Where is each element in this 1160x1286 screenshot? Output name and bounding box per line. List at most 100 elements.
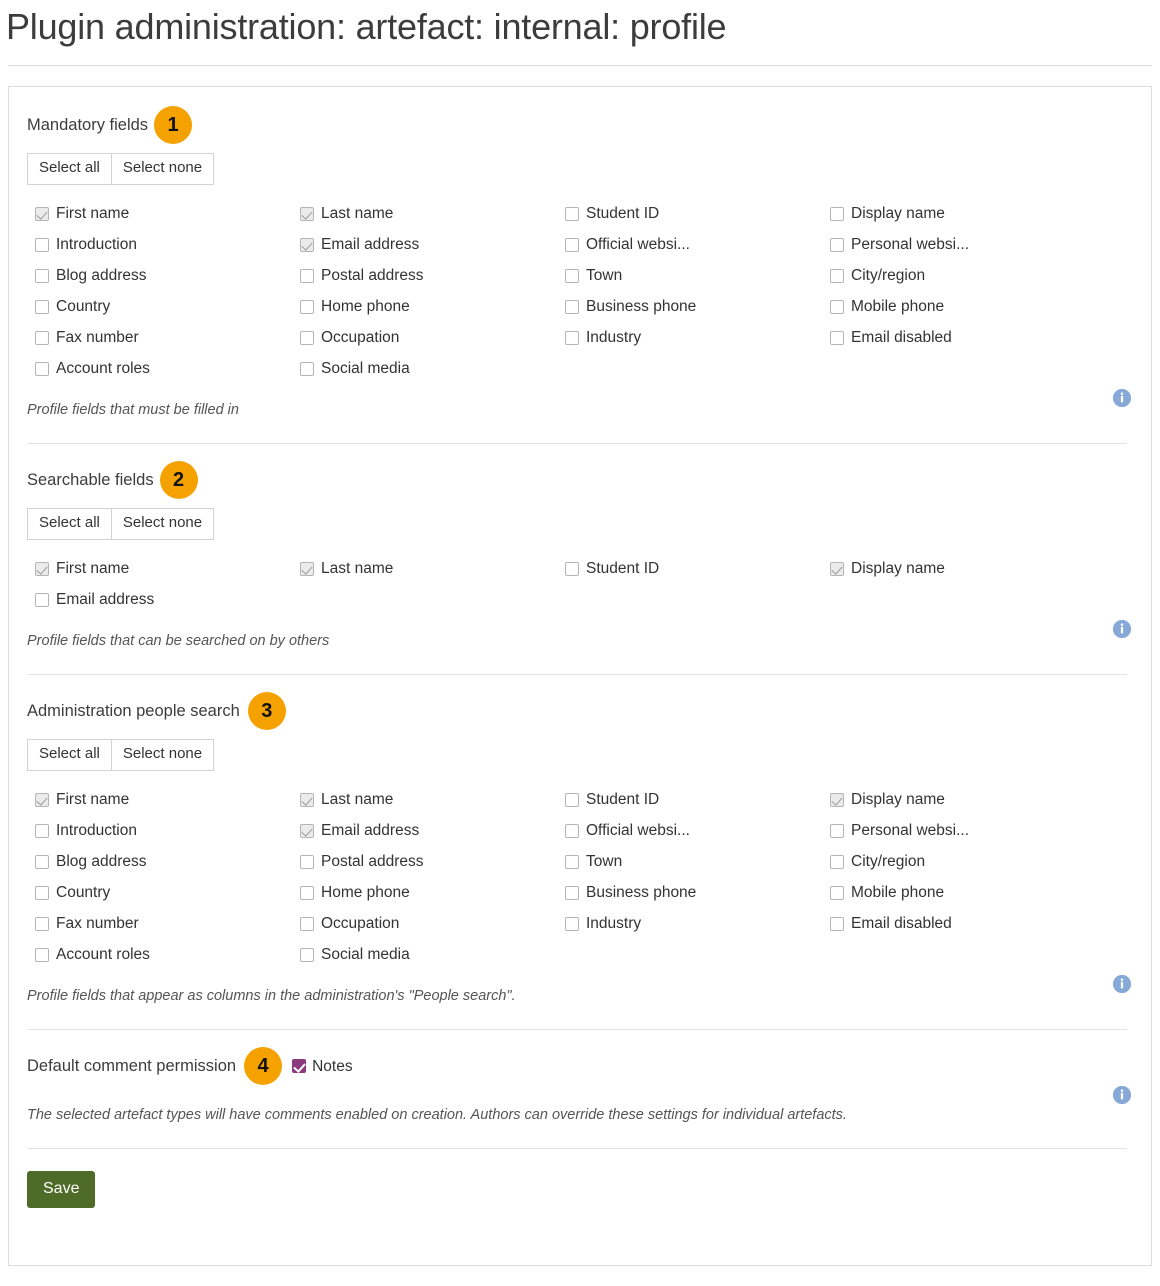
checkbox-label: First name xyxy=(56,205,129,222)
checkbox-item[interactable]: Industry xyxy=(565,915,830,932)
select-none-button[interactable]: Select none xyxy=(112,153,214,185)
footer-divider xyxy=(27,1148,1127,1149)
info-icon[interactable] xyxy=(1113,1086,1131,1104)
checkbox-item[interactable]: Town xyxy=(565,853,830,870)
checkbox-item[interactable]: Fax number xyxy=(35,915,300,932)
checkbox-item[interactable]: Account roles xyxy=(35,946,300,963)
checkbox-item[interactable]: Personal websi... xyxy=(830,822,1095,839)
checkbox-box[interactable] xyxy=(830,300,844,314)
checkbox-box[interactable] xyxy=(35,593,49,607)
checkbox-item[interactable]: Town xyxy=(565,267,830,284)
checkbox-box[interactable] xyxy=(300,269,314,283)
checkbox-item[interactable]: Mobile phone xyxy=(830,884,1095,901)
checkbox-box[interactable] xyxy=(300,331,314,345)
select-all-button[interactable]: Select all xyxy=(27,739,112,771)
checkbox-box[interactable] xyxy=(35,300,49,314)
checkbox-box[interactable] xyxy=(830,824,844,838)
checkbox-box[interactable] xyxy=(300,300,314,314)
checkbox-box[interactable] xyxy=(830,331,844,345)
checkbox-box[interactable] xyxy=(35,824,49,838)
checkbox-box[interactable] xyxy=(300,855,314,869)
checkbox-box[interactable] xyxy=(565,917,579,931)
checkbox-box[interactable] xyxy=(565,269,579,283)
checkbox-item[interactable]: Account roles xyxy=(35,360,300,377)
select-all-button[interactable]: Select all xyxy=(27,508,112,540)
checkbox-item[interactable]: Personal websi... xyxy=(830,236,1095,253)
checkbox-box[interactable] xyxy=(300,362,314,376)
checkbox-box[interactable] xyxy=(300,917,314,931)
checkbox-box[interactable] xyxy=(565,238,579,252)
checkbox-box[interactable] xyxy=(830,238,844,252)
checkbox-box[interactable] xyxy=(565,562,579,576)
checkbox-box[interactable] xyxy=(565,855,579,869)
checkbox-item[interactable]: Business phone xyxy=(565,298,830,315)
checkbox-box[interactable] xyxy=(565,207,579,221)
checkbox-box[interactable] xyxy=(830,269,844,283)
checkbox-item[interactable]: Fax number xyxy=(35,329,300,346)
select-all-button[interactable]: Select all xyxy=(27,153,112,185)
checkbox-item[interactable]: Email disabled xyxy=(830,329,1095,346)
info-icon[interactable] xyxy=(1113,975,1131,993)
checkbox-item[interactable]: Country xyxy=(35,884,300,901)
checkbox-box[interactable] xyxy=(35,238,49,252)
checkbox-label: Student ID xyxy=(586,560,659,577)
checkbox-box[interactable] xyxy=(830,886,844,900)
checkbox-item[interactable]: Student ID xyxy=(565,791,830,808)
select-none-button[interactable]: Select none xyxy=(112,739,214,771)
checkbox-item[interactable]: Postal address xyxy=(300,853,565,870)
checkbox-box[interactable] xyxy=(830,855,844,869)
checkbox-box[interactable] xyxy=(35,948,49,962)
checkbox-item[interactable]: Social media xyxy=(300,360,565,377)
checkbox-item[interactable]: Mobile phone xyxy=(830,298,1095,315)
checkbox-item[interactable]: Student ID xyxy=(565,205,830,222)
checkbox-item[interactable]: Student ID xyxy=(565,560,830,577)
checkbox-box[interactable] xyxy=(565,886,579,900)
save-button[interactable]: Save xyxy=(27,1171,95,1208)
checkbox-item[interactable]: Email disabled xyxy=(830,915,1095,932)
checkbox-item[interactable]: Country xyxy=(35,298,300,315)
checkbox-item[interactable]: Blog address xyxy=(35,853,300,870)
info-icon[interactable] xyxy=(1113,389,1131,407)
checkbox-box[interactable] xyxy=(300,886,314,900)
checkbox-box[interactable] xyxy=(292,1059,306,1073)
checkbox-label: Display name xyxy=(851,205,945,222)
info-icon[interactable] xyxy=(1113,620,1131,638)
checkbox-box[interactable] xyxy=(35,855,49,869)
checkbox-item[interactable]: Home phone xyxy=(300,298,565,315)
checkbox-item[interactable]: City/region xyxy=(830,853,1095,870)
checkbox-item[interactable]: Email address xyxy=(35,591,300,608)
checkbox-notes[interactable]: Notes xyxy=(292,1059,353,1075)
checkbox-item[interactable]: Introduction xyxy=(35,236,300,253)
checkbox-box[interactable] xyxy=(35,269,49,283)
checkbox-item[interactable]: Business phone xyxy=(565,884,830,901)
checkbox-box[interactable] xyxy=(830,917,844,931)
checkbox-item[interactable]: Display name xyxy=(830,205,1095,222)
select-none-button[interactable]: Select none xyxy=(112,508,214,540)
help-row: Profile fields that appear as columns in… xyxy=(27,981,1127,1007)
checkbox-item[interactable]: Official websi... xyxy=(565,236,830,253)
checkbox-box[interactable] xyxy=(565,824,579,838)
checkbox-label: Blog address xyxy=(56,853,146,870)
checkbox-item[interactable]: City/region xyxy=(830,267,1095,284)
checkbox-box[interactable] xyxy=(565,331,579,345)
checkbox-box[interactable] xyxy=(565,793,579,807)
checkbox-item[interactable]: Social media xyxy=(300,946,565,963)
checkbox-item[interactable]: Occupation xyxy=(300,329,565,346)
checkbox-item[interactable]: Industry xyxy=(565,329,830,346)
checkbox-item[interactable]: Official websi... xyxy=(565,822,830,839)
settings-card: Mandatory fields 1 Select all Select non… xyxy=(8,86,1152,1266)
checkbox-item[interactable]: Introduction xyxy=(35,822,300,839)
checkbox-label: Introduction xyxy=(56,236,137,253)
checkbox-box[interactable] xyxy=(300,948,314,962)
checkbox-item[interactable]: Postal address xyxy=(300,267,565,284)
checkbox-item[interactable]: Occupation xyxy=(300,915,565,932)
checkbox-box[interactable] xyxy=(830,207,844,221)
checkbox-box[interactable] xyxy=(35,886,49,900)
checkbox-box[interactable] xyxy=(35,362,49,376)
checkbox-box[interactable] xyxy=(35,917,49,931)
checkbox-box xyxy=(35,793,49,807)
checkbox-box[interactable] xyxy=(35,331,49,345)
checkbox-item[interactable]: Home phone xyxy=(300,884,565,901)
checkbox-item[interactable]: Blog address xyxy=(35,267,300,284)
checkbox-box[interactable] xyxy=(565,300,579,314)
